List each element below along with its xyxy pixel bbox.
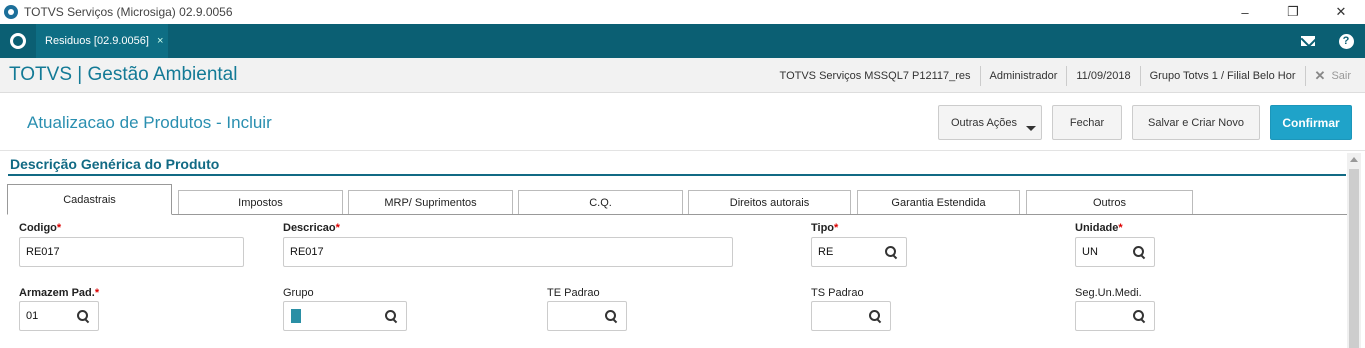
armazem-field[interactable]: 01 <box>19 301 99 331</box>
tab-impostos[interactable]: Impostos <box>178 190 343 215</box>
descricao-value: RE017 <box>290 246 324 258</box>
search-icon[interactable] <box>869 310 882 323</box>
app-icon <box>4 5 18 19</box>
tab-direitos-autorais[interactable]: Direitos autorais <box>688 190 851 215</box>
environment-label: TOTVS Serviços MSSQL7 P12117_res <box>779 69 971 82</box>
save-and-new-button[interactable]: Salvar e Criar Novo <box>1132 105 1260 140</box>
armazem-label-text: Armazem Pad. <box>19 287 95 299</box>
codigo-label-text: Codigo <box>19 222 57 234</box>
required-mark: * <box>56 222 62 234</box>
tab-garantia-estendida[interactable]: Garantia Estendida <box>857 190 1020 215</box>
unidade-label: Unidade* <box>1075 222 1123 234</box>
app-tabbar: Residuos [02.9.0056] × ? <box>0 24 1365 58</box>
exit-icon: ✕ <box>1314 67 1326 83</box>
product-form: Codigo* RE017 Descricao* RE017 Tipo* RE … <box>0 215 1346 348</box>
tabbar-icons: ? <box>1289 24 1365 58</box>
separator <box>1304 65 1306 86</box>
search-icon[interactable] <box>885 246 898 259</box>
window-titlebar: TOTVS Serviços (Microsiga) 02.9.0056 – ❐… <box>0 0 1365 24</box>
search-icon[interactable] <box>77 310 90 323</box>
armazem-value: 01 <box>26 310 39 322</box>
ts-padrao-field[interactable] <box>811 301 891 331</box>
module-header: TOTVS | Gestão Ambiental TOTVS Serviços … <box>0 58 1365 93</box>
exit-label: Sair <box>1331 69 1351 82</box>
confirm-button[interactable]: Confirmar <box>1270 105 1352 140</box>
codigo-label: Codigo* <box>19 222 61 234</box>
section-title: Descrição Genérica do Produto <box>10 156 220 172</box>
mail-icon <box>1301 36 1315 46</box>
search-icon[interactable] <box>1133 246 1146 259</box>
tab-outros[interactable]: Outros <box>1026 190 1193 215</box>
divider <box>0 150 1365 151</box>
messages-button[interactable] <box>1289 24 1327 58</box>
caret-down-icon <box>1026 126 1036 131</box>
section-underline <box>8 174 1346 176</box>
grupo-label: Grupo <box>283 287 314 299</box>
armazem-label: Armazem Pad.* <box>19 287 99 299</box>
required-mark: * <box>94 287 100 299</box>
descricao-field[interactable]: RE017 <box>283 237 733 267</box>
user-label: Administrador <box>989 69 1058 82</box>
tab-cadastrais[interactable]: Cadastrais <box>7 184 172 215</box>
minimize-button[interactable]: – <box>1221 0 1269 24</box>
descricao-label: Descricao* <box>283 222 340 234</box>
grupo-field[interactable] <box>283 301 407 331</box>
descricao-label-text: Descricao <box>283 222 336 234</box>
tipo-label-text: Tipo <box>811 222 835 234</box>
tab-residuos[interactable]: Residuos [02.9.0056] × <box>36 24 168 58</box>
required-mark: * <box>1118 222 1123 234</box>
totvs-logo-icon <box>10 33 26 49</box>
folder-tabs: Cadastrais Impostos MRP/ Suprimentos C.Q… <box>7 184 1347 215</box>
search-icon[interactable] <box>385 310 398 323</box>
close-window-button[interactable]: ✕ <box>1317 0 1365 24</box>
codigo-field[interactable]: RE017 <box>19 237 244 267</box>
session-info: TOTVS Serviços MSSQL7 P12117_res Adminis… <box>780 58 1351 93</box>
main-content: Atualizacao de Produtos - Incluir Outras… <box>0 93 1365 348</box>
window-controls: – ❐ ✕ <box>1221 0 1365 24</box>
separator <box>1066 65 1068 86</box>
restore-button[interactable]: ❐ <box>1269 0 1317 24</box>
date-label: 11/09/2018 <box>1076 69 1131 82</box>
tab-residuos-label: Residuos [02.9.0056] <box>45 35 149 47</box>
seg-un-field[interactable] <box>1075 301 1155 331</box>
page-title: Atualizacao de Produtos - Incluir <box>27 113 272 132</box>
unidade-label-text: Unidade <box>1075 222 1119 234</box>
exit-button[interactable]: ✕ Sair <box>1315 68 1351 84</box>
search-icon[interactable] <box>605 310 618 323</box>
cursor-block <box>291 309 301 323</box>
tipo-label: Tipo* <box>811 222 838 234</box>
unidade-value: UN <box>1082 246 1098 258</box>
scrollbar-thumb[interactable] <box>1349 169 1359 348</box>
module-title: TOTVS | Gestão Ambiental <box>9 64 238 85</box>
unidade-field[interactable]: UN <box>1075 237 1155 267</box>
window-title: TOTVS Serviços (Microsiga) 02.9.0056 <box>24 5 233 19</box>
required-mark: * <box>335 222 340 234</box>
ts-padrao-label: TS Padrao <box>811 287 864 299</box>
tab-close-icon[interactable]: × <box>157 35 163 47</box>
branch-label: Grupo Totvs 1 / Filial Belo Hor <box>1149 69 1296 82</box>
required-mark: * <box>834 222 839 234</box>
vertical-scrollbar[interactable] <box>1347 153 1361 348</box>
help-icon: ? <box>1338 33 1354 49</box>
more-actions-button[interactable]: Outras Ações <box>938 105 1042 140</box>
more-actions-label: Outras Ações <box>951 116 1018 129</box>
tab-mrp-suprimentos[interactable]: MRP/ Suprimentos <box>348 190 513 215</box>
search-icon[interactable] <box>1133 310 1146 323</box>
totvs-menu-button[interactable] <box>0 24 36 58</box>
te-padrao-label: TE Padrao <box>547 287 600 299</box>
codigo-value: RE017 <box>26 246 60 258</box>
scroll-up-icon[interactable] <box>1350 157 1358 162</box>
te-padrao-field[interactable] <box>547 301 627 331</box>
help-button[interactable]: ? <box>1327 24 1365 58</box>
separator <box>979 65 981 86</box>
separator <box>1139 65 1141 86</box>
seg-un-label: Seg.Un.Medi. <box>1075 287 1142 299</box>
tab-cq[interactable]: C.Q. <box>518 190 683 215</box>
tipo-field[interactable]: RE <box>811 237 907 267</box>
close-button[interactable]: Fechar <box>1052 105 1122 140</box>
tipo-value: RE <box>818 246 834 258</box>
